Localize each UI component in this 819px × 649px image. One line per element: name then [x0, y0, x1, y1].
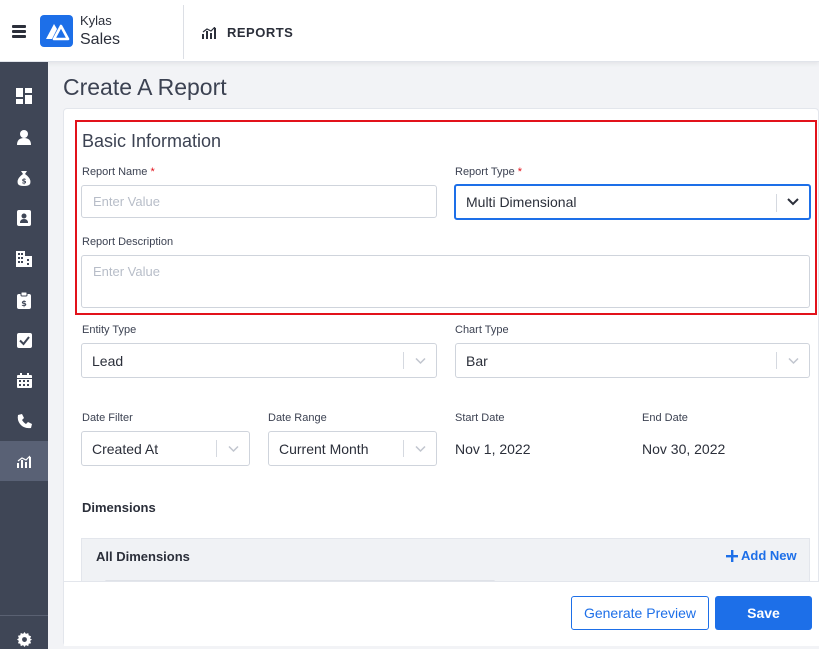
money-bag-icon: $: [17, 171, 31, 186]
sidebar-item-dashboard[interactable]: [0, 76, 48, 116]
end-date-label: End Date: [642, 412, 688, 424]
report-type-select[interactable]: Multi Dimensional: [454, 184, 811, 220]
page-title: Create A Report: [63, 74, 227, 100]
report-type-value: Multi Dimensional: [466, 194, 577, 210]
generate-preview-button[interactable]: Generate Preview: [571, 596, 709, 630]
contact-card-icon: [17, 210, 31, 226]
brand-name: Kylas: [80, 13, 112, 28]
required-mark: *: [150, 166, 155, 178]
report-description-textarea[interactable]: Enter Value: [81, 255, 810, 308]
date-filter-label: Date Filter: [82, 412, 133, 424]
sidebar-item-contacts[interactable]: [0, 198, 48, 238]
dimensions-panel: [81, 538, 810, 582]
top-bar: Kylas Sales REPORTS: [0, 0, 819, 62]
report-type-label: Report Type *: [455, 166, 522, 178]
report-type-label-text: Report Type: [455, 166, 515, 178]
report-description-placeholder: Enter Value: [93, 264, 160, 279]
user-icon: [17, 129, 31, 145]
add-dimension-button[interactable]: Add New: [726, 548, 797, 563]
sidebar-item-companies[interactable]: [0, 239, 48, 279]
entity-type-label: Entity Type: [82, 324, 137, 336]
sidebar: $ $: [0, 62, 48, 649]
chevron-down-icon[interactable]: [787, 198, 799, 206]
chevron-down-icon[interactable]: [415, 357, 426, 364]
date-filter-value: Created At: [92, 440, 159, 457]
chevron-down-icon[interactable]: [415, 445, 426, 452]
checkbox-icon: [16, 332, 32, 348]
building-icon: [16, 251, 32, 267]
add-new-label: Add New: [741, 548, 797, 563]
sidebar-item-users[interactable]: [0, 117, 48, 157]
select-separator: [403, 440, 404, 457]
sidebar-item-calendar[interactable]: [0, 360, 48, 400]
report-name-label: Report Name *: [82, 166, 155, 178]
phone-icon: [17, 413, 32, 428]
date-range-value: Current Month: [279, 440, 369, 457]
select-separator: [216, 440, 217, 457]
select-separator: [403, 352, 404, 369]
date-range-select[interactable]: Current Month: [268, 431, 437, 466]
sidebar-item-calls[interactable]: [0, 401, 48, 441]
end-date-value: Nov 30, 2022: [642, 441, 726, 457]
all-dimensions-label: All Dimensions: [96, 549, 190, 564]
plus-icon: [726, 549, 738, 562]
report-name-placeholder: Enter Value: [93, 194, 160, 209]
entity-type-select[interactable]: Lead: [81, 343, 437, 378]
svg-text:$: $: [22, 178, 27, 186]
brand-product: Sales: [80, 31, 121, 48]
hamburger-menu-icon[interactable]: [12, 25, 26, 39]
report-name-label-text: Report Name: [82, 166, 148, 178]
basic-info-title: Basic Information: [82, 131, 222, 151]
sidebar-item-quotes[interactable]: $: [0, 280, 48, 320]
clipboard-icon: $: [17, 291, 31, 309]
chevron-down-icon[interactable]: [788, 357, 799, 364]
required-mark: *: [517, 166, 523, 178]
dashboard-icon: [16, 88, 32, 104]
report-description-label: Report Description: [82, 236, 174, 248]
sidebar-divider: [0, 615, 48, 616]
start-date-value: Nov 1, 2022: [455, 441, 531, 457]
gear-icon: [16, 631, 32, 647]
sidebar-item-deals[interactable]: $: [0, 158, 48, 198]
dimensions-title: Dimensions: [82, 500, 156, 515]
sidebar-item-tasks[interactable]: [0, 320, 48, 360]
reports-chart-icon: [202, 26, 216, 44]
select-separator: [776, 194, 777, 212]
chart-type-select[interactable]: Bar: [455, 343, 810, 378]
start-date-label: Start Date: [455, 412, 505, 424]
date-range-label: Date Range: [268, 412, 327, 424]
header-divider: [183, 5, 184, 59]
section-title: REPORTS: [227, 25, 294, 40]
report-name-input[interactable]: Enter Value: [81, 185, 437, 218]
svg-text:$: $: [21, 299, 27, 308]
date-filter-select[interactable]: Created At: [81, 431, 250, 466]
sidebar-item-settings[interactable]: [0, 619, 48, 649]
kylas-logo-icon[interactable]: [40, 15, 73, 47]
entity-type-value: Lead: [92, 352, 124, 369]
calendar-icon: [16, 372, 32, 388]
chevron-down-icon[interactable]: [228, 445, 239, 452]
select-separator: [776, 352, 777, 369]
sidebar-item-reports[interactable]: [0, 441, 48, 481]
save-button[interactable]: Save: [715, 596, 812, 630]
reports-icon: [16, 455, 31, 468]
chart-type-value: Bar: [466, 352, 488, 369]
chart-type-label: Chart Type: [455, 324, 509, 336]
